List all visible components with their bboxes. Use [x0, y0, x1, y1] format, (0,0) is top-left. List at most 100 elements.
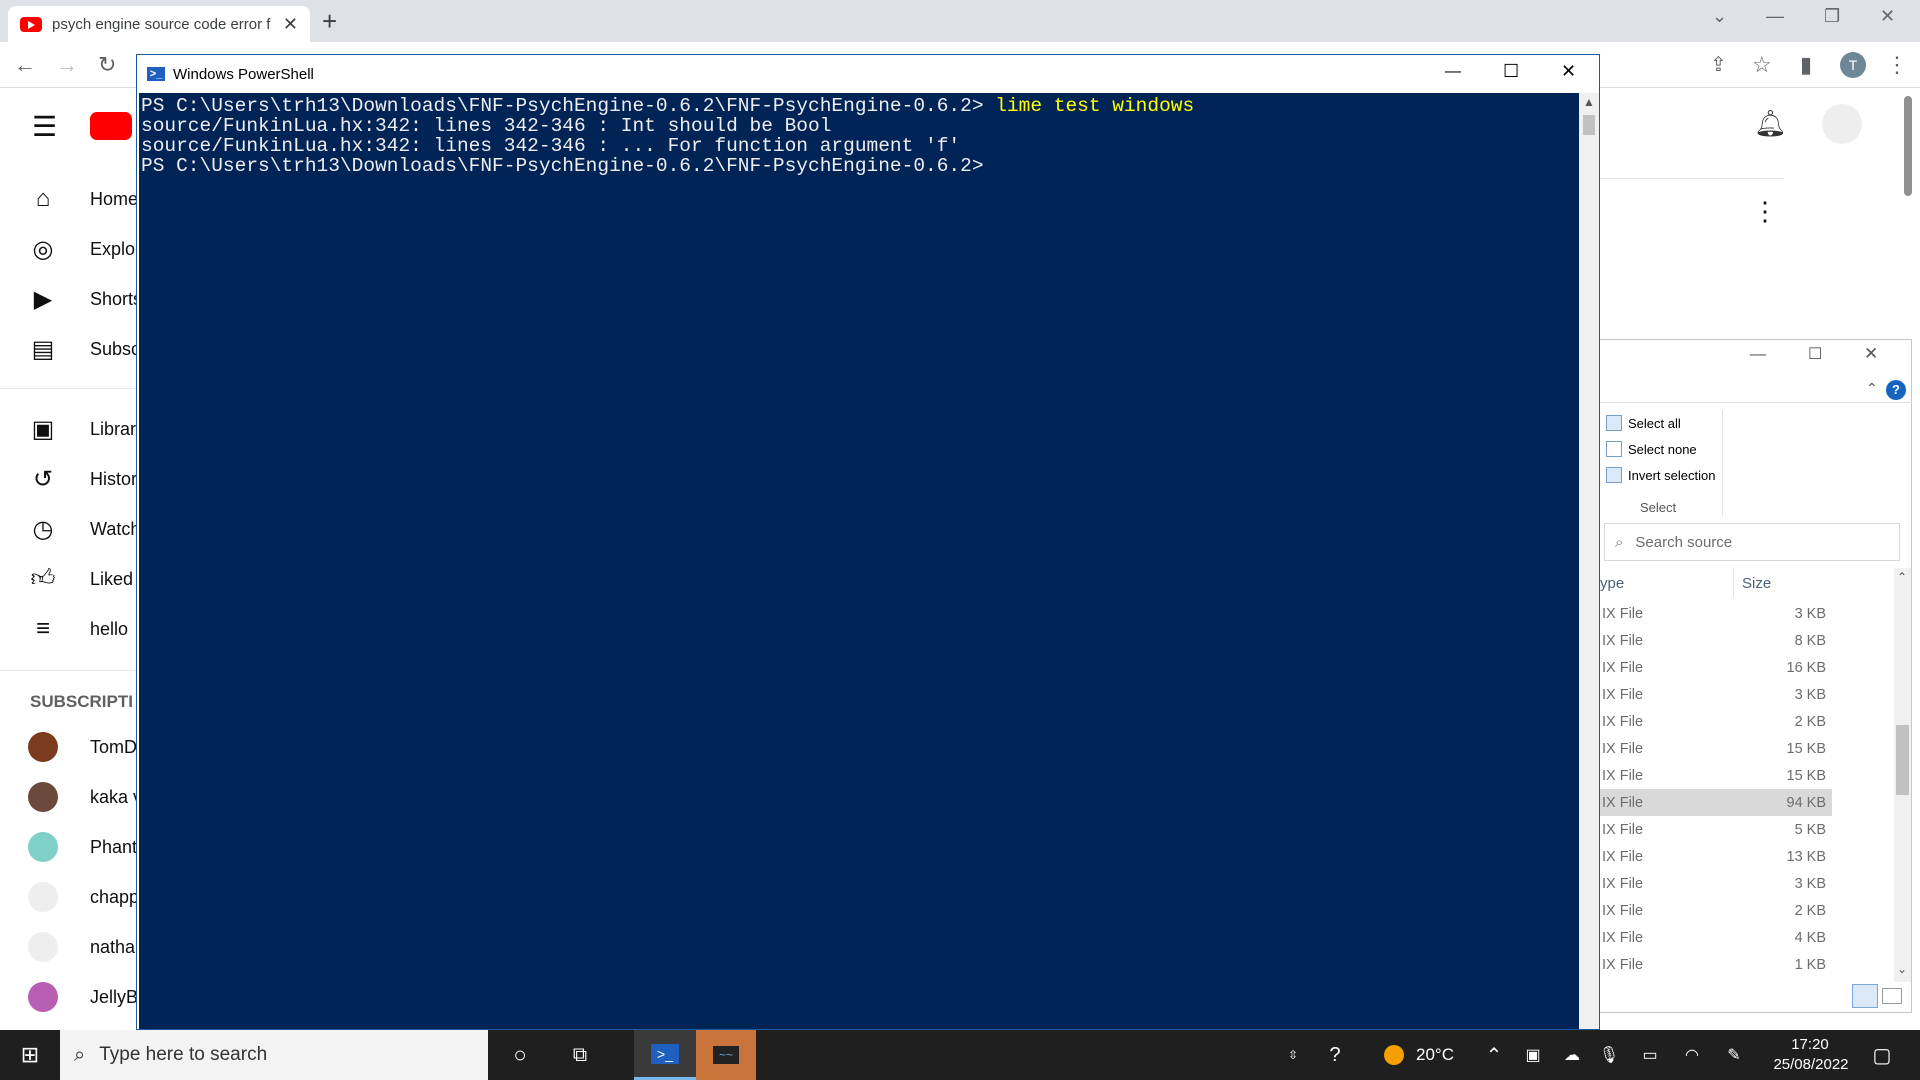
file-type: IX File — [1602, 632, 1644, 649]
file-row[interactable]: IX File 5 KB — [1600, 816, 1832, 843]
powershell-console[interactable]: PS C:\Users\trh13\Downloads\FNF-PsychEng… — [139, 93, 1579, 1029]
subscription-item[interactable]: kaka v — [28, 782, 142, 812]
explorer-close-button[interactable]: ✕ — [1864, 344, 1878, 364]
column-header-size[interactable]: Size — [1742, 575, 1771, 592]
clock-date[interactable]: 25/08/2022 — [1766, 1056, 1856, 1073]
file-row[interactable]: IX File 3 KB — [1600, 600, 1832, 627]
tab-close-icon[interactable]: ✕ — [283, 14, 298, 35]
sidebar-item-1[interactable]: ↺ Histor — [28, 464, 137, 494]
file-row[interactable]: IX File 3 KB — [1600, 870, 1832, 897]
ps-scrollbar[interactable] — [1579, 93, 1599, 1029]
ribbon-collapse-icon[interactable]: ⌃ — [1866, 380, 1878, 397]
back-icon[interactable]: ← — [14, 52, 36, 78]
powershell-taskbar-icon[interactable]: >_ — [634, 1030, 696, 1080]
sidebar-item-2[interactable]: ◷ Watch — [28, 514, 141, 544]
file-row[interactable]: IX File 8 KB — [1600, 627, 1832, 654]
details-view-icon[interactable] — [1852, 984, 1878, 1008]
channel-avatar — [28, 982, 58, 1012]
file-type: IX File — [1602, 848, 1644, 865]
ps-close-button[interactable]: ✕ — [1561, 61, 1576, 82]
onedrive-icon[interactable]: ☁ — [1560, 1030, 1584, 1080]
sidebar-item-0[interactable]: ⌂ Home — [28, 184, 138, 214]
ps-maximize-button[interactable]: ☐ — [1503, 61, 1519, 82]
file-row[interactable]: IX File 4 KB — [1600, 924, 1832, 951]
browser-close-button[interactable]: ✕ — [1880, 6, 1895, 27]
subscription-item[interactable]: Phant — [28, 832, 137, 862]
select-all-button[interactable]: Select all — [1606, 415, 1681, 431]
sidebar-item-4[interactable]: ≡ hello — [28, 614, 128, 644]
sidebar-item-3[interactable]: ▤ Subsc — [28, 334, 140, 364]
notifications-icon[interactable]: ▢ — [1864, 1030, 1900, 1080]
windows-start-icon[interactable]: ⊞ — [8, 1030, 52, 1080]
wifi-icon[interactable]: ◠ — [1680, 1030, 1704, 1080]
subscription-item[interactable]: TomD — [28, 732, 137, 762]
notifications-bell-icon[interactable]: 🔔︎ — [1754, 108, 1787, 139]
browser-minimize-button[interactable]: — — [1766, 6, 1784, 27]
reload-icon[interactable]: ↻ — [98, 52, 116, 78]
weather-sun-icon[interactable] — [1384, 1045, 1404, 1065]
invert-selection-button[interactable]: Invert selection — [1606, 467, 1715, 483]
file-row[interactable]: IX File 2 KB — [1600, 897, 1832, 924]
microphone-icon[interactable]: 🎙︎ — [1598, 1030, 1620, 1080]
file-row[interactable]: IX File 13 KB — [1600, 843, 1832, 870]
sidebar-item-3[interactable]: 👍︎ Liked — [28, 564, 133, 594]
bookmark-star-icon[interactable]: ☆ — [1752, 52, 1772, 78]
browser-menu-icon[interactable]: ⋮ — [1886, 52, 1908, 78]
select-none-button[interactable]: Select none — [1606, 441, 1697, 457]
share-icon[interactable]: ⇪ — [1710, 52, 1727, 77]
file-row[interactable]: IX File 16 KB — [1600, 654, 1832, 681]
powershell-titlebar[interactable]: >_ Windows PowerShell — [137, 55, 1599, 93]
clock-time[interactable]: 17:20 — [1770, 1036, 1850, 1053]
explorer-scrollbar-thumb[interactable] — [1896, 725, 1909, 795]
cortana-icon[interactable]: ○ — [500, 1030, 540, 1080]
help-icon[interactable]: ? — [1886, 380, 1906, 400]
new-tab-button[interactable]: + — [322, 6, 337, 36]
more-options-icon[interactable]: ⋮ — [1752, 196, 1778, 227]
app-taskbar-icon[interactable]: ~~ — [696, 1030, 756, 1080]
ps-minimize-button[interactable]: — — [1445, 63, 1461, 81]
file-size: 3 KB — [1794, 605, 1826, 622]
weather-temperature[interactable]: 20°C — [1416, 1030, 1454, 1080]
explorer-search-box[interactable]: ⌕ Search source — [1604, 523, 1900, 561]
sidebar-item-1[interactable]: ◎ Explor — [28, 234, 142, 264]
column-header-type[interactable]: ype — [1600, 575, 1624, 592]
file-size: 8 KB — [1794, 632, 1826, 649]
scroll-up-icon[interactable]: ⌃ — [1897, 570, 1907, 584]
youtube-logo[interactable] — [90, 112, 132, 140]
ps-scrollbar-thumb[interactable] — [1583, 115, 1595, 135]
user-avatar[interactable] — [1822, 104, 1862, 144]
browser-tab[interactable]: psych engine source code error f ✕ — [8, 6, 310, 42]
large-icons-view-icon[interactable] — [1882, 988, 1902, 1004]
page-scrollbar[interactable] — [1904, 96, 1912, 196]
subscription-item[interactable]: chapp — [28, 882, 139, 912]
file-row[interactable]: IX File 15 KB — [1600, 735, 1832, 762]
help-tray-icon[interactable]: ? — [1318, 1030, 1352, 1080]
forward-icon[interactable]: → — [56, 52, 78, 78]
ps-scroll-up-icon[interactable]: ▲ — [1583, 95, 1595, 109]
battery-icon[interactable]: ▭ — [1638, 1030, 1662, 1080]
camera-icon[interactable]: ▣ — [1522, 1030, 1544, 1080]
browser-restore-button[interactable]: ❐ — [1824, 6, 1840, 27]
taskbar-search-box[interactable]: ⌕ Type here to search — [60, 1030, 488, 1080]
task-view-icon[interactable]: ⧉ — [560, 1030, 600, 1080]
explorer-maximize-button[interactable]: ☐ — [1808, 344, 1822, 364]
tab-search-chevron-icon[interactable]: ⌄ — [1712, 6, 1727, 27]
profile-avatar[interactable]: T — [1840, 52, 1866, 78]
side-panel-icon[interactable]: ▮ — [1800, 52, 1812, 78]
show-hidden-icons[interactable]: ⌃ — [1484, 1030, 1504, 1080]
sidebar-item-label: Watch — [90, 518, 141, 539]
subscription-item[interactable]: JellyB — [28, 982, 138, 1012]
file-row[interactable]: IX File 2 KB — [1600, 708, 1832, 735]
sidebar-item-0[interactable]: ▣ Library — [28, 414, 145, 444]
subscription-item[interactable]: nathar — [28, 932, 141, 962]
file-row[interactable]: IX File 3 KB — [1600, 681, 1832, 708]
file-row[interactable]: IX File 94 KB — [1600, 789, 1832, 816]
hamburger-menu-icon[interactable]: ☰ — [32, 110, 57, 143]
sidebar-item-2[interactable]: ▶ Shorts — [28, 284, 142, 314]
file-row[interactable]: IX File 15 KB — [1600, 762, 1832, 789]
scroll-down-icon[interactable]: ⌄ — [1897, 962, 1907, 976]
pen-icon[interactable]: ✎ — [1722, 1030, 1746, 1080]
tray-scroll-icon[interactable]: ⇳ — [1284, 1030, 1302, 1080]
file-row[interactable]: IX File 1 KB — [1600, 951, 1832, 978]
explorer-minimize-button[interactable]: — — [1750, 346, 1766, 364]
